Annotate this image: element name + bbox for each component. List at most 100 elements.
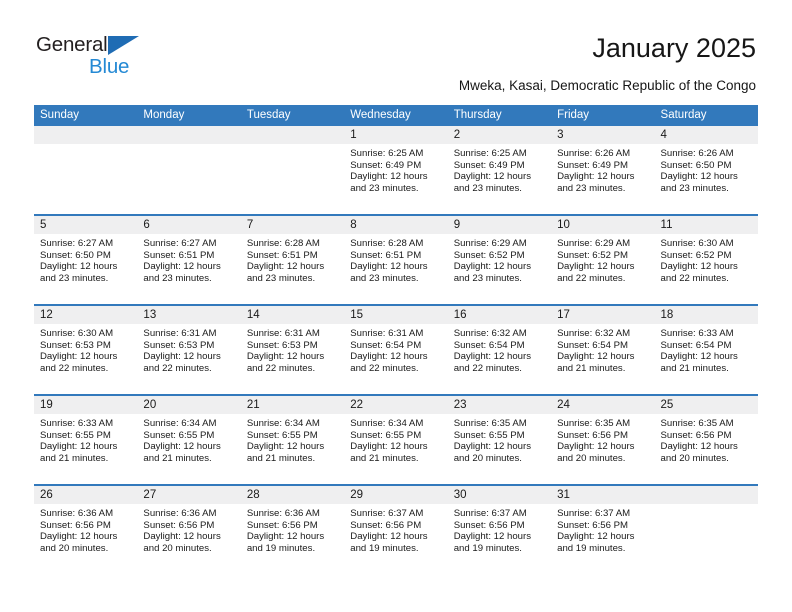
calendar-day-cell[interactable]: 4 Sunrise: 6:26 AM Sunset: 6:50 PM Dayli…	[654, 126, 758, 214]
calendar-day-cell[interactable]: 18 Sunrise: 6:33 AM Sunset: 6:54 PM Dayl…	[654, 306, 758, 394]
calendar-day-cell[interactable]: 16 Sunrise: 6:32 AM Sunset: 6:54 PM Dayl…	[447, 306, 552, 394]
daylight-text-line2: and 20 minutes.	[453, 452, 522, 464]
daylight-text-line2: and 21 minutes.	[660, 362, 729, 374]
daylight-text-line2: and 21 minutes.	[40, 452, 109, 464]
daylight-text-line1: Daylight: 12 hours	[453, 441, 532, 453]
day-number	[240, 126, 345, 144]
calendar-day-cell[interactable]: 17 Sunrise: 6:32 AM Sunset: 6:54 PM Dayl…	[551, 306, 655, 394]
sunset-text: Sunset: 6:56 PM	[557, 429, 629, 441]
sunrise-text: Sunrise: 6:33 AM	[40, 418, 114, 429]
calendar-day-cell[interactable]: 19 Sunrise: 6:33 AM Sunset: 6:55 PM Dayl…	[34, 396, 138, 484]
day-info: Sunrise: 6:28 AM Sunset: 6:51 PM Dayligh…	[241, 234, 344, 284]
sunrise-text: Sunrise: 6:27 AM	[40, 238, 114, 249]
day-number: 24	[551, 396, 655, 414]
calendar-day-cell[interactable]: 2 Sunrise: 6:25 AM Sunset: 6:49 PM Dayli…	[447, 126, 552, 214]
calendar-day-cell[interactable]: 6 Sunrise: 6:27 AM Sunset: 6:51 PM Dayli…	[137, 216, 241, 304]
day-info: Sunrise: 6:35 AM Sunset: 6:56 PM Dayligh…	[551, 414, 654, 464]
sunrise-text: Sunrise: 6:37 AM	[350, 508, 424, 519]
day-info: Sunrise: 6:33 AM Sunset: 6:55 PM Dayligh…	[34, 414, 137, 464]
daylight-text-line1: Daylight: 12 hours	[453, 531, 532, 543]
day-number: 20	[137, 396, 241, 414]
calendar-day-cell[interactable]: 9 Sunrise: 6:29 AM Sunset: 6:52 PM Dayli…	[447, 216, 552, 304]
sunrise-text: Sunrise: 6:37 AM	[453, 508, 527, 519]
day-number: 23	[447, 396, 552, 414]
daylight-text-line2: and 21 minutes.	[143, 452, 212, 464]
daylight-text-line2: and 23 minutes.	[350, 272, 419, 284]
sunset-text: Sunset: 6:55 PM	[246, 429, 318, 441]
day-number: 4	[654, 126, 758, 144]
sunset-text: Sunset: 6:56 PM	[453, 519, 525, 531]
daylight-text-line2: and 21 minutes.	[557, 362, 626, 374]
calendar-day-cell[interactable]: 13 Sunrise: 6:31 AM Sunset: 6:53 PM Dayl…	[137, 306, 241, 394]
calendar-day-cell[interactable]: 15 Sunrise: 6:31 AM Sunset: 6:54 PM Dayl…	[344, 306, 448, 394]
daylight-text-line2: and 22 minutes.	[40, 362, 109, 374]
day-number: 6	[137, 216, 241, 234]
daylight-text-line1: Daylight: 12 hours	[660, 351, 738, 363]
sunset-text: Sunset: 6:50 PM	[40, 249, 111, 261]
daylight-text-line2: and 19 minutes.	[557, 542, 626, 554]
daylight-text-line2: and 20 minutes.	[557, 452, 626, 464]
calendar-week-row: 5 Sunrise: 6:27 AM Sunset: 6:50 PM Dayli…	[34, 214, 758, 304]
daylight-text-line2: and 23 minutes.	[246, 272, 316, 284]
calendar-day-cell[interactable]: 29 Sunrise: 6:37 AM Sunset: 6:56 PM Dayl…	[344, 486, 448, 574]
calendar-day-cell[interactable]: 21 Sunrise: 6:34 AM Sunset: 6:55 PM Dayl…	[240, 396, 345, 484]
day-info: Sunrise: 6:34 AM Sunset: 6:55 PM Dayligh…	[241, 414, 344, 464]
sunset-text: Sunset: 6:53 PM	[143, 339, 215, 351]
calendar-day-cell[interactable]: 22 Sunrise: 6:34 AM Sunset: 6:55 PM Dayl…	[344, 396, 448, 484]
sunset-text: Sunset: 6:54 PM	[660, 339, 732, 351]
calendar-day-cell[interactable]: 7 Sunrise: 6:28 AM Sunset: 6:51 PM Dayli…	[240, 216, 345, 304]
page-subtitle: Mweka, Kasai, Democratic Republic of the…	[458, 78, 756, 93]
logo-text-blue: Blue	[89, 55, 130, 78]
sunset-text: Sunset: 6:54 PM	[557, 339, 629, 351]
daylight-text-line1: Daylight: 12 hours	[350, 441, 428, 453]
calendar-day-cell[interactable]: 23 Sunrise: 6:35 AM Sunset: 6:55 PM Dayl…	[447, 396, 552, 484]
daylight-text-line2: and 22 minutes.	[350, 362, 419, 374]
daylight-text-line1: Daylight: 12 hours	[246, 441, 325, 453]
day-number: 2	[447, 126, 552, 144]
sunset-text: Sunset: 6:56 PM	[246, 519, 318, 531]
day-number: 19	[34, 396, 138, 414]
calendar-day-cell[interactable]: 11 Sunrise: 6:30 AM Sunset: 6:52 PM Dayl…	[654, 216, 758, 304]
calendar-day-cell[interactable]: 8 Sunrise: 6:28 AM Sunset: 6:51 PM Dayli…	[344, 216, 448, 304]
calendar-day-cell[interactable]: 1 Sunrise: 6:25 AM Sunset: 6:49 PM Dayli…	[344, 126, 448, 214]
calendar-day-cell[interactable]: 30 Sunrise: 6:37 AM Sunset: 6:56 PM Dayl…	[447, 486, 552, 574]
day-number: 7	[240, 216, 345, 234]
calendar-day-cell[interactable]: 25 Sunrise: 6:35 AM Sunset: 6:56 PM Dayl…	[654, 396, 758, 484]
calendar-day-cell[interactable]: 20 Sunrise: 6:34 AM Sunset: 6:55 PM Dayl…	[137, 396, 241, 484]
calendar-day-cell[interactable]: 14 Sunrise: 6:31 AM Sunset: 6:53 PM Dayl…	[240, 306, 345, 394]
calendar-day-cell[interactable]: 3 Sunrise: 6:26 AM Sunset: 6:49 PM Dayli…	[551, 126, 655, 214]
daylight-text-line1: Daylight: 12 hours	[246, 531, 325, 543]
daylight-text-line2: and 23 minutes.	[143, 272, 212, 284]
daylight-text-line2: and 22 minutes.	[660, 272, 729, 284]
calendar-day-cell[interactable]: 31 Sunrise: 6:37 AM Sunset: 6:56 PM Dayl…	[551, 486, 655, 574]
sunrise-text: Sunrise: 6:27 AM	[143, 238, 217, 249]
general-blue-logo: General Blue	[36, 33, 166, 81]
daylight-text-line2: and 22 minutes.	[246, 362, 316, 374]
calendar-day-cell[interactable]: 24 Sunrise: 6:35 AM Sunset: 6:56 PM Dayl…	[551, 396, 655, 484]
calendar-day-cell[interactable]: 10 Sunrise: 6:29 AM Sunset: 6:52 PM Dayl…	[551, 216, 655, 304]
calendar-day-cell[interactable]: 28 Sunrise: 6:36 AM Sunset: 6:56 PM Dayl…	[240, 486, 345, 574]
day-number	[654, 486, 758, 504]
daylight-text-line2: and 19 minutes.	[453, 542, 522, 554]
sunset-text: Sunset: 6:53 PM	[246, 339, 318, 351]
day-info: Sunrise: 6:27 AM Sunset: 6:51 PM Dayligh…	[137, 234, 240, 284]
day-info: Sunrise: 6:37 AM Sunset: 6:56 PM Dayligh…	[448, 504, 551, 554]
calendar-day-cell[interactable]: 27 Sunrise: 6:36 AM Sunset: 6:56 PM Dayl…	[137, 486, 241, 574]
daylight-text-line1: Daylight: 12 hours	[557, 261, 635, 273]
calendar-day-cell[interactable]: 5 Sunrise: 6:27 AM Sunset: 6:50 PM Dayli…	[34, 216, 138, 304]
sunrise-text: Sunrise: 6:35 AM	[453, 418, 527, 429]
calendar-day-cell[interactable]: 12 Sunrise: 6:30 AM Sunset: 6:53 PM Dayl…	[34, 306, 138, 394]
calendar-day-cell[interactable]: 26 Sunrise: 6:36 AM Sunset: 6:56 PM Dayl…	[34, 486, 138, 574]
daylight-text-line1: Daylight: 12 hours	[453, 171, 532, 183]
daylight-text-line1: Daylight: 12 hours	[40, 261, 118, 273]
sunset-text: Sunset: 6:51 PM	[143, 249, 215, 261]
calendar-week-row: 19 Sunrise: 6:33 AM Sunset: 6:55 PM Dayl…	[34, 394, 758, 484]
daylight-text-line1: Daylight: 12 hours	[453, 261, 532, 273]
sunrise-text: Sunrise: 6:29 AM	[557, 238, 631, 249]
daylight-text-line2: and 21 minutes.	[246, 452, 316, 464]
daylight-text-line1: Daylight: 12 hours	[660, 261, 738, 273]
day-number: 27	[137, 486, 241, 504]
day-info: Sunrise: 6:35 AM Sunset: 6:56 PM Dayligh…	[655, 414, 758, 464]
sunrise-text: Sunrise: 6:36 AM	[143, 508, 217, 519]
sunset-text: Sunset: 6:54 PM	[350, 339, 422, 351]
